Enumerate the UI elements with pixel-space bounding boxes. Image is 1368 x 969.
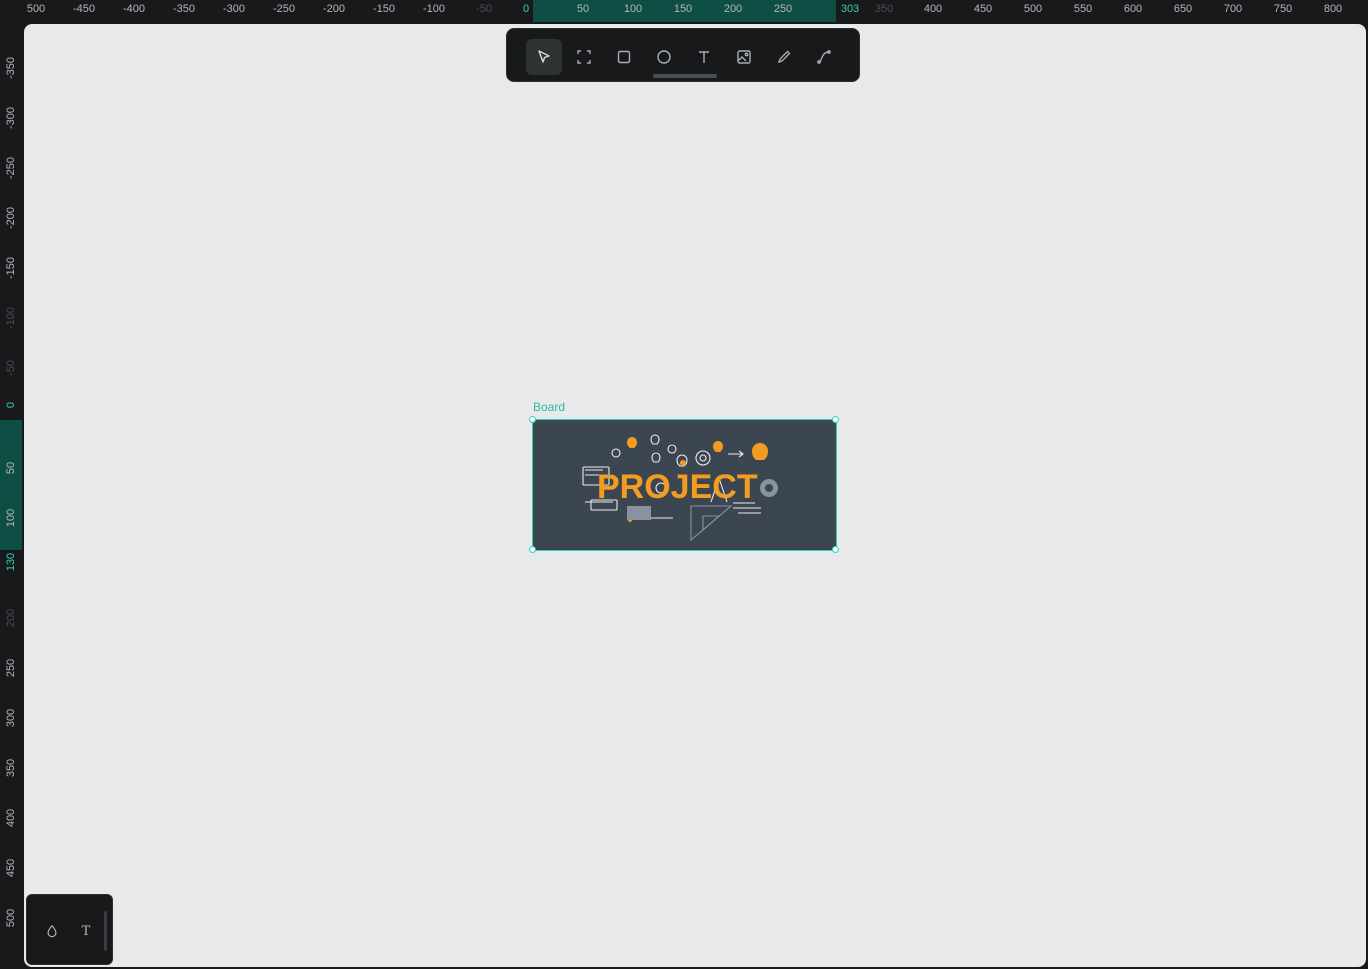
resize-handle-top-right[interactable] <box>832 416 839 423</box>
ruler-top-label: -250 <box>272 3 296 15</box>
resize-handle-bottom-left[interactable] <box>529 546 536 553</box>
move-tool-button[interactable] <box>526 39 562 75</box>
ruler-top-label: 200 <box>723 3 743 15</box>
text-icon <box>699 51 709 63</box>
color-palette-button[interactable] <box>43 922 61 940</box>
ruler-left-label: 50 <box>5 461 17 475</box>
ruler-left-label: 100 <box>5 508 17 528</box>
rectangle-icon <box>617 50 631 64</box>
ruler-left-selection <box>0 420 22 550</box>
ruler-left-label: -300 <box>5 106 17 130</box>
rectangle-tool-button[interactable] <box>606 39 642 75</box>
ruler-left: -350 -300 -250 -200 -150 -100 -50 0 50 1… <box>0 22 22 969</box>
ruler-top-label: 600 <box>1123 3 1143 15</box>
ruler-top-label: 0 <box>522 3 530 15</box>
ruler-left-label: -150 <box>5 256 17 280</box>
ruler-left-label: 250 <box>5 658 17 678</box>
pencil-icon <box>777 50 791 64</box>
ruler-top-label: -450 <box>72 3 96 15</box>
typography-button[interactable]: T <box>77 922 95 940</box>
text-icon: T <box>81 923 91 939</box>
ruler-left-label: 200 <box>5 608 17 628</box>
ruler-top-label: -100 <box>422 3 446 15</box>
pointer-icon <box>538 50 550 63</box>
main-toolbar <box>506 28 860 82</box>
ruler-left-label: 500 <box>5 908 17 928</box>
ruler-left-label: 130 <box>5 552 17 572</box>
ruler-left-label: 400 <box>5 808 17 828</box>
ruler-top-label: 100 <box>623 3 643 15</box>
image-tool-button[interactable] <box>726 39 762 75</box>
board-tool-button[interactable] <box>566 39 602 75</box>
ruler-top-label: 550 <box>1073 3 1093 15</box>
ruler-top-label: 400 <box>923 3 943 15</box>
ruler-left-label: -350 <box>5 56 17 80</box>
ruler-top-label: 250 <box>773 3 793 15</box>
ruler-top-label: 150 <box>673 3 693 15</box>
ruler-top-label: 500 <box>1023 3 1043 15</box>
ruler-top-label: 350 <box>874 3 894 15</box>
ellipse-tool-button[interactable] <box>646 39 682 75</box>
resize-handle-bottom-right[interactable] <box>832 546 839 553</box>
ruler-top-label: 450 <box>973 3 993 15</box>
toolbar-drag-handle[interactable] <box>653 74 717 78</box>
ruler-top-label: 650 <box>1173 3 1193 15</box>
drop-icon <box>47 924 57 938</box>
image-icon <box>737 50 751 64</box>
ruler-top-label: 50 <box>576 3 590 15</box>
ruler-left-label: 450 <box>5 858 17 878</box>
resize-handle-top-left[interactable] <box>529 416 536 423</box>
palette-panel: T <box>26 894 113 965</box>
board[interactable]: PROJECT <box>533 420 836 550</box>
path-tool-button[interactable] <box>806 39 842 75</box>
ruler-corner <box>0 0 24 22</box>
ruler-top-label: -400 <box>122 3 146 15</box>
ruler-left-label: -50 <box>5 360 17 376</box>
panel-scrollbar[interactable] <box>104 911 107 951</box>
ruler-top-label: -150 <box>372 3 396 15</box>
ruler-top-label: 700 <box>1223 3 1243 15</box>
ruler-top: 500 -450 -400 -350 -300 -250 -200 -150 -… <box>24 0 1368 22</box>
ruler-top-label: -50 <box>476 3 492 15</box>
ruler-top-label: -350 <box>172 3 196 15</box>
board-frame-icon <box>577 50 591 64</box>
ruler-left-label: -100 <box>5 306 17 330</box>
ruler-top-label: -300 <box>222 3 246 15</box>
ruler-left-label: 0 <box>5 401 17 409</box>
ruler-left-label: -250 <box>5 156 17 180</box>
ruler-left-label: -200 <box>5 206 17 230</box>
text-tool-button[interactable] <box>686 39 722 75</box>
ellipse-icon <box>657 50 671 64</box>
ruler-left-label: 300 <box>5 708 17 728</box>
path-icon <box>817 50 831 64</box>
pencil-tool-button[interactable] <box>766 39 802 75</box>
project-word: PROJECT <box>597 468 758 506</box>
ruler-top-label: 750 <box>1273 3 1293 15</box>
ruler-left-label: 350 <box>5 758 17 778</box>
ruler-top-label: 800 <box>1323 3 1343 15</box>
ruler-top-label: -200 <box>322 3 346 15</box>
ruler-top-label: 303 <box>840 3 860 15</box>
board-title[interactable]: Board <box>533 400 565 414</box>
ruler-top-label: 500 <box>26 3 46 15</box>
